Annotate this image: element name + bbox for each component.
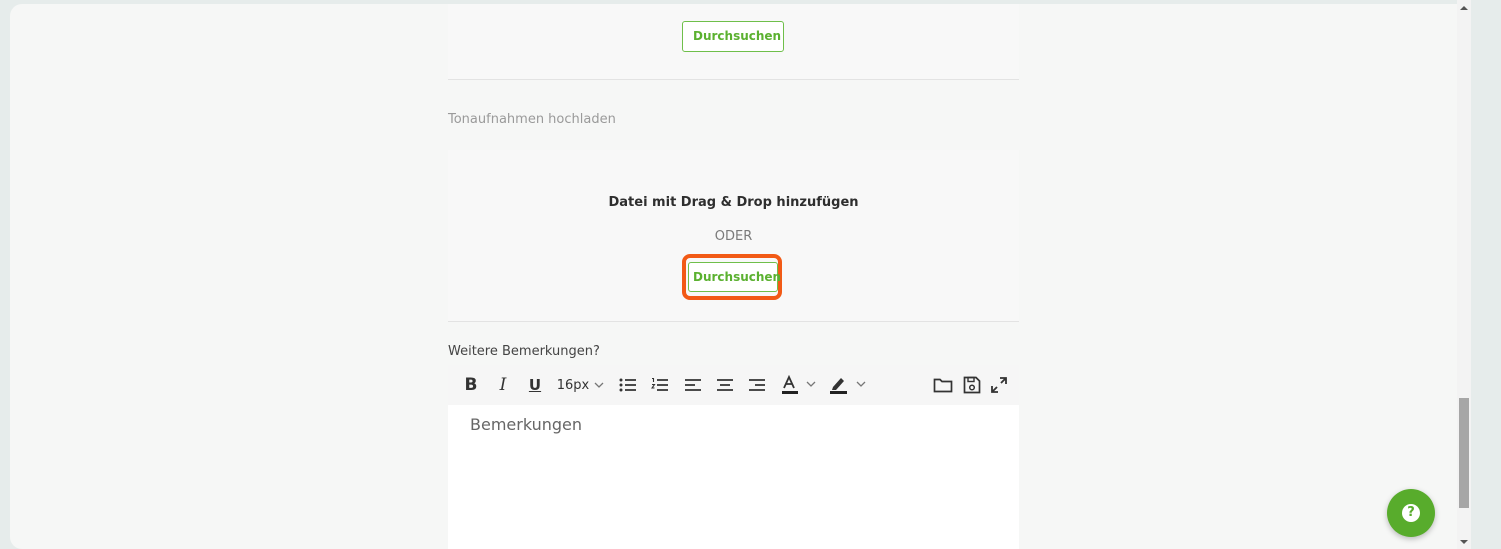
bullet-list-icon[interactable] xyxy=(618,373,638,397)
audio-dropzone[interactable]: Datei mit Drag & Drop hinzufügen ODER Du… xyxy=(448,150,1019,322)
vertical-scrollbar[interactable] xyxy=(1457,0,1471,549)
remarks-label: Weitere Bemerkungen? xyxy=(448,344,600,359)
remarks-editor-body[interactable]: Bemerkungen xyxy=(470,415,582,434)
rich-text-editor[interactable]: B I U 16px Bemerkungen xyxy=(448,365,1019,549)
align-center-icon[interactable] xyxy=(715,373,735,397)
save-icon[interactable] xyxy=(961,373,983,397)
help-button[interactable]: ? xyxy=(1387,489,1435,537)
highlight-color-icon[interactable] xyxy=(827,373,869,397)
dropzone-title: Datei mit Drag & Drop hinzufügen xyxy=(608,195,859,210)
question-mark-icon: ? xyxy=(1402,504,1420,522)
right-gutter xyxy=(1471,0,1501,549)
scroll-up-arrow-icon[interactable] xyxy=(1460,6,1468,10)
chevron-down-icon xyxy=(594,382,604,388)
audio-upload-label: Tonaufnahmen hochladen xyxy=(448,112,616,127)
fullscreen-icon[interactable] xyxy=(989,373,1009,397)
underline-icon[interactable]: U xyxy=(526,373,544,397)
browse-button-top[interactable]: Durchsuchen xyxy=(682,21,784,52)
dropzone-or: ODER xyxy=(714,229,753,244)
browse-button-audio[interactable]: Durchsuchen xyxy=(688,262,781,292)
font-size-select[interactable]: 16px xyxy=(556,373,606,397)
numbered-list-icon[interactable] xyxy=(650,373,670,397)
scrollbar-thumb[interactable] xyxy=(1459,398,1469,508)
upload-section-top: Durchsuchen xyxy=(448,4,1019,80)
align-left-icon[interactable] xyxy=(683,373,703,397)
scroll-down-arrow-icon[interactable] xyxy=(1460,540,1468,544)
editor-toolbar: B I U 16px xyxy=(448,365,1019,405)
text-color-icon[interactable] xyxy=(779,373,819,397)
bold-icon[interactable]: B xyxy=(462,373,480,397)
align-right-icon[interactable] xyxy=(747,373,767,397)
italic-icon[interactable]: I xyxy=(494,373,512,397)
font-size-value: 16px xyxy=(556,377,590,393)
folder-open-icon[interactable] xyxy=(932,373,954,397)
